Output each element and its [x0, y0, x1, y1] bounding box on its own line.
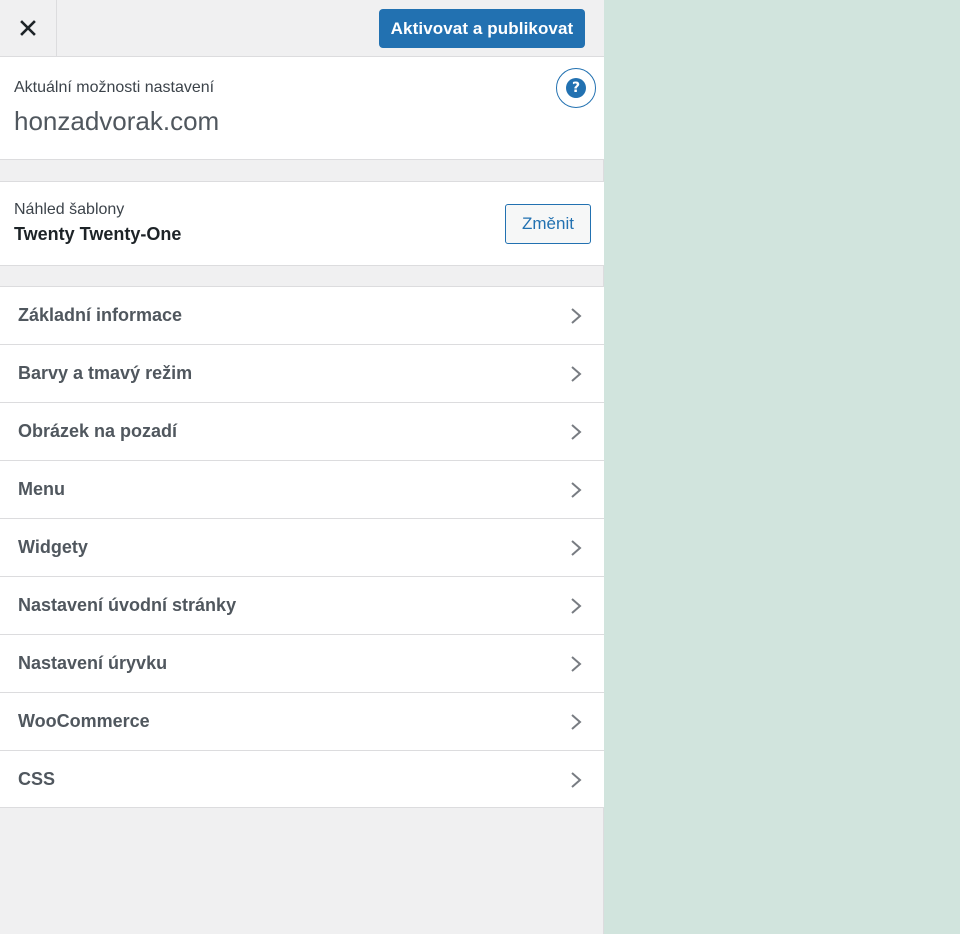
customizer-header: Aktivovat a publikovat	[0, 0, 604, 57]
menu-item-basic-info[interactable]: Základní informace	[0, 286, 604, 344]
chevron-right-icon	[571, 598, 582, 614]
chevron-right-icon	[571, 714, 582, 730]
change-theme-button[interactable]: Změnit	[505, 204, 591, 244]
customizer-menu: Základní informace Barvy a tmavý režim O…	[0, 286, 604, 808]
menu-item-colors-dark-mode[interactable]: Barvy a tmavý režim	[0, 344, 604, 402]
theme-preview-label: Náhled šablony	[14, 201, 125, 218]
menu-item-css[interactable]: CSS	[0, 750, 604, 808]
current-settings-label: Aktuální možnosti nastavení	[14, 79, 215, 96]
chevron-right-icon	[571, 540, 582, 556]
menu-item-excerpt-settings[interactable]: Nastavení úryvku	[0, 634, 604, 692]
menu-item-label: Widgety	[18, 537, 88, 557]
menu-item-widgets[interactable]: Widgety	[0, 518, 604, 576]
close-button[interactable]	[0, 0, 57, 56]
chevron-right-icon	[571, 424, 582, 440]
menu-item-label: Obrázek na pozadí	[18, 421, 178, 441]
menu-item-label: Barvy a tmavý režim	[18, 363, 193, 383]
customizer-sidebar: Aktivovat a publikovat Aktuální možnosti…	[0, 0, 604, 934]
menu-item-woocommerce[interactable]: WooCommerce	[0, 692, 604, 750]
menu-item-label: Menu	[18, 479, 65, 499]
chevron-right-icon	[571, 308, 582, 324]
chevron-right-icon	[571, 482, 582, 498]
menu-item-label: Nastavení úryvku	[18, 653, 168, 673]
help-button[interactable]: ?	[556, 68, 596, 108]
chevron-right-icon	[571, 772, 582, 788]
site-preview-area[interactable]	[605, 0, 960, 934]
chevron-right-icon	[571, 656, 582, 672]
help-icon: ?	[566, 78, 586, 98]
menu-item-homepage-settings[interactable]: Nastavení úvodní stránky	[0, 576, 604, 634]
menu-item-label: CSS	[18, 769, 56, 789]
site-info-section: Aktuální možnosti nastavení honzadvorak.…	[0, 57, 604, 160]
menu-item-label: Základní informace	[18, 305, 183, 325]
site-title: honzadvorak.com	[14, 106, 220, 136]
chevron-right-icon	[571, 366, 582, 382]
menu-item-label: WooCommerce	[18, 711, 150, 731]
menu-item-label: Nastavení úvodní stránky	[18, 595, 237, 615]
theme-name: Twenty Twenty-One	[14, 224, 182, 244]
theme-preview-section: Náhled šablony Twenty Twenty-One Změnit	[0, 181, 604, 266]
close-icon	[20, 20, 36, 36]
publish-button[interactable]: Aktivovat a publikovat	[379, 9, 585, 48]
menu-item-background-image[interactable]: Obrázek na pozadí	[0, 402, 604, 460]
menu-item-menus[interactable]: Menu	[0, 460, 604, 518]
